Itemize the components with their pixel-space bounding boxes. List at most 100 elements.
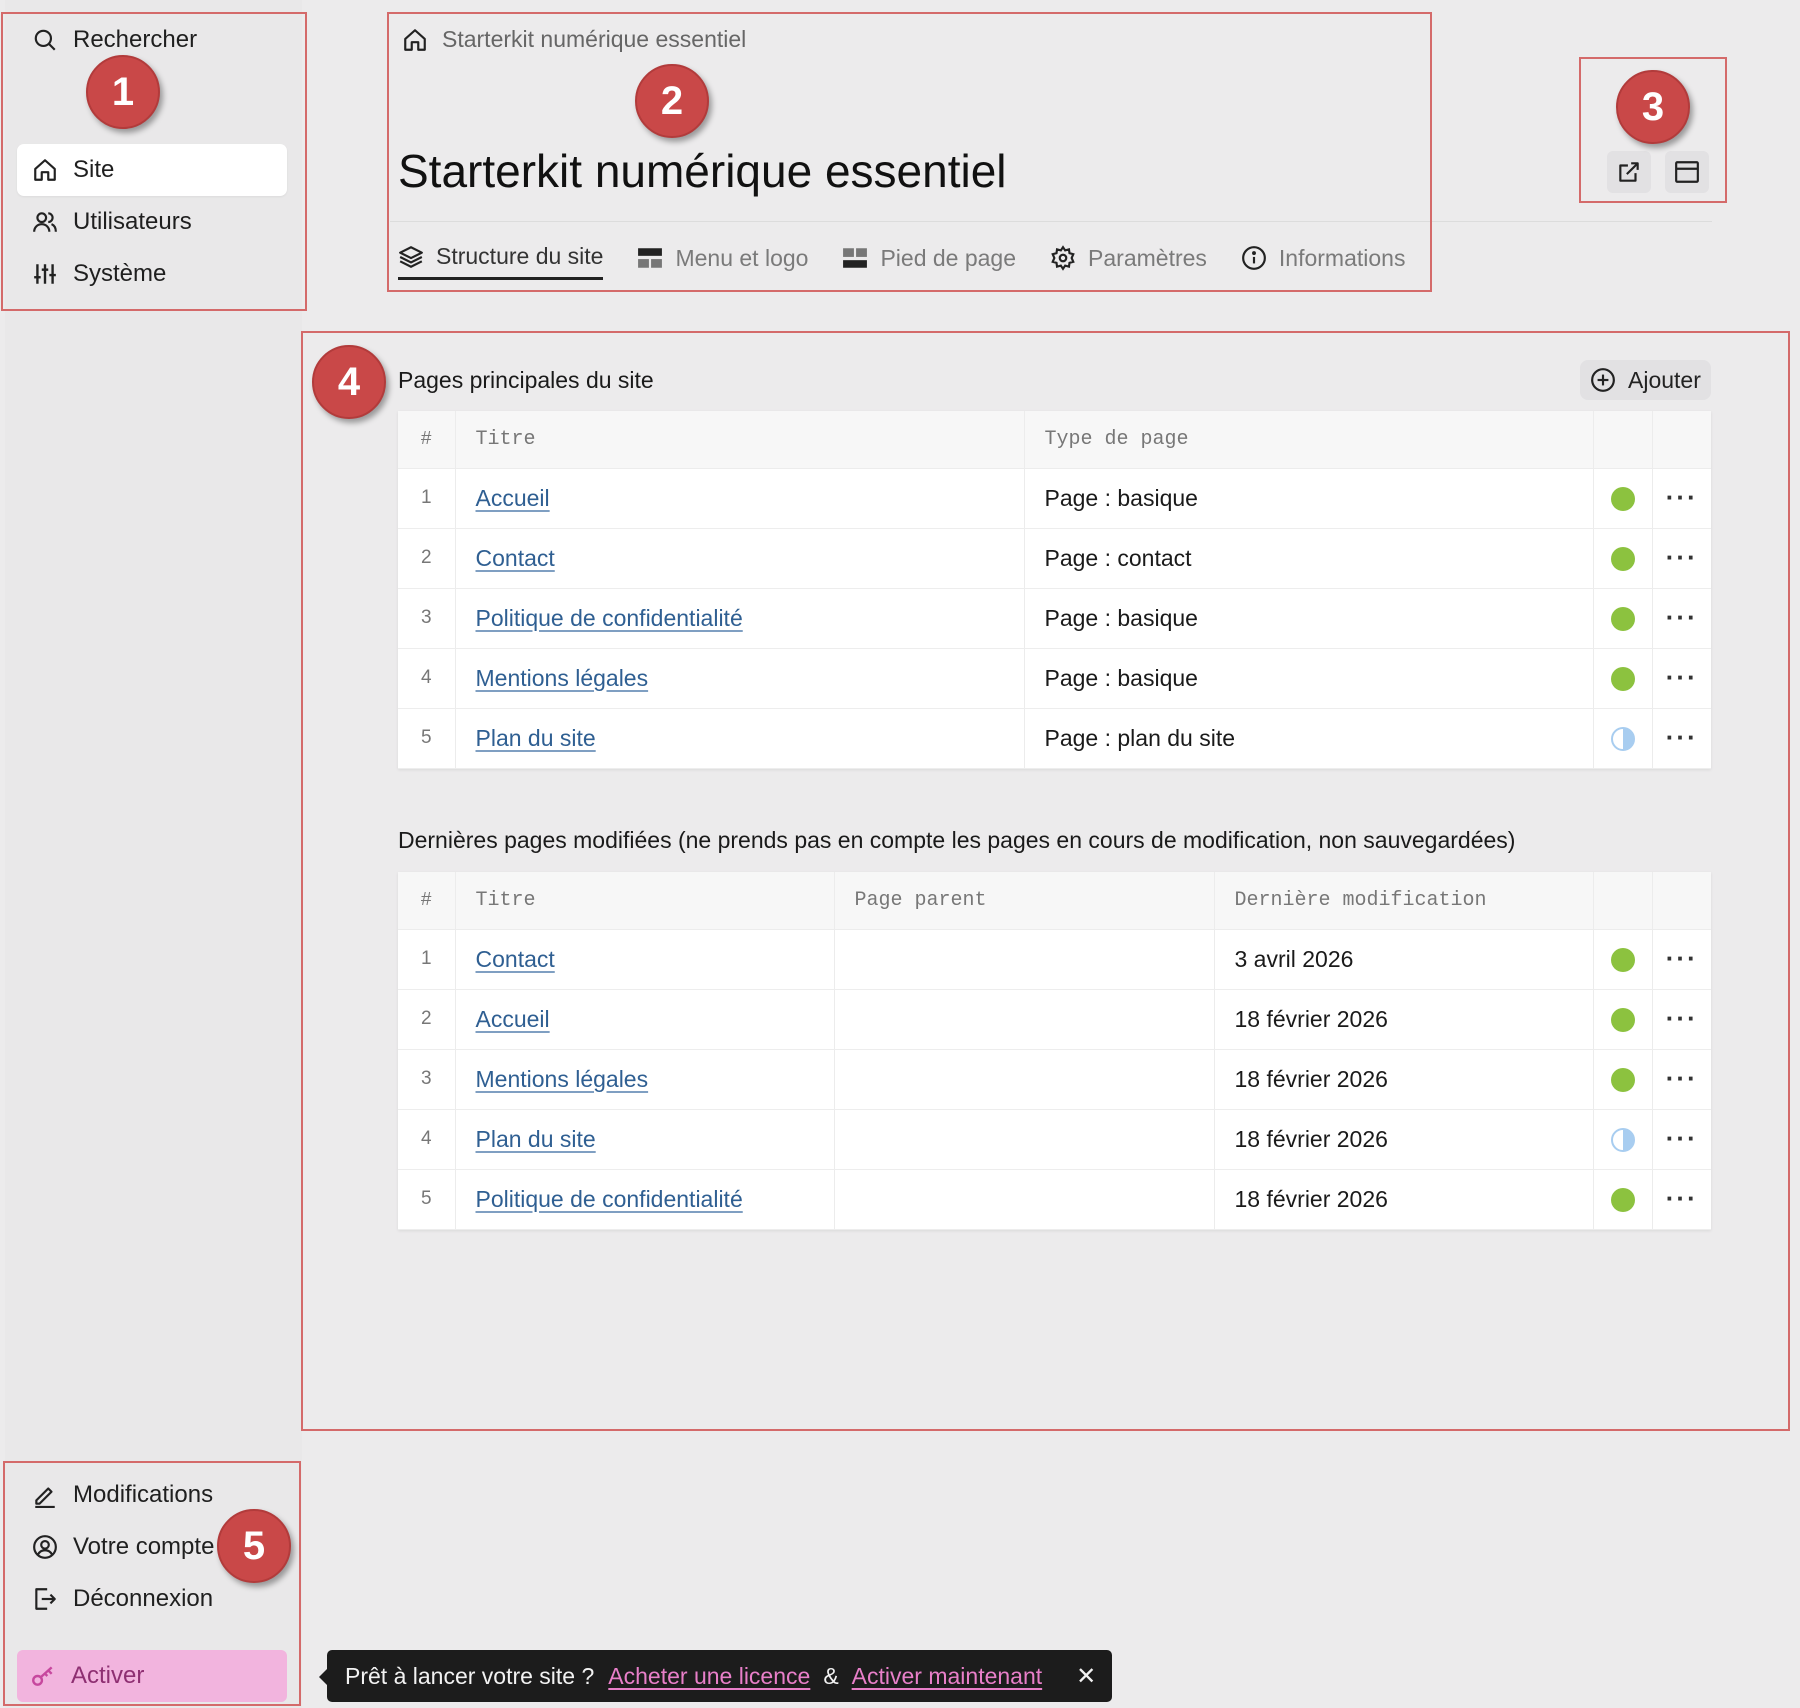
tab-label: Informations [1278,244,1406,271]
row-number: 2 [398,528,456,589]
external-link-icon [1616,159,1642,185]
table-row[interactable]: 5 Politique de confidentialité 18 février … [398,1169,1711,1230]
column-header-status [1593,872,1653,930]
page-link[interactable]: Politique de confidentialité [476,605,743,631]
activate-button[interactable]: Activer [17,1650,287,1702]
tab-menu-et-logo[interactable]: Menu et logo [637,236,808,280]
search-button[interactable]: Rechercher [17,14,287,66]
sidebar-item-site[interactable]: Site [17,144,287,196]
status-indicator [1610,1008,1635,1033]
buy-license-link[interactable]: Acheter une licence [608,1663,810,1690]
status-indicator [1610,1128,1635,1153]
table-row[interactable]: 1 Accueil Page : basique ··· [398,468,1711,529]
column-header[interactable]: Type de page [1024,411,1594,469]
sidebar-item-label: Site [73,156,115,183]
parent-page-cell [834,989,1215,1050]
page-link[interactable]: Contact [476,946,555,972]
logout-icon [31,1585,59,1613]
users-icon [31,208,59,236]
page-link[interactable]: Accueil [476,1006,550,1032]
table-row[interactable]: 2 Contact Page : contact ··· [398,528,1711,589]
table-row[interactable]: 2 Accueil 18 février 2026 ··· [398,989,1711,1050]
column-header[interactable]: Titre [455,411,1025,469]
sidebar-item-label: Système [73,260,167,287]
more-options-icon[interactable]: ··· [1666,943,1698,973]
more-options-icon[interactable]: ··· [1666,482,1698,512]
toast-pointer [319,1669,327,1685]
status-cell [1593,588,1653,649]
table-row[interactable]: 5 Plan du site Page : plan du site ··· [398,708,1711,769]
license-toast: Prêt à lancer votre site ? Acheter une l… [319,1650,1113,1702]
tab-parametres[interactable]: Paramètres [1050,236,1207,280]
column-header[interactable]: Page parent [834,872,1215,930]
table-row[interactable]: 1 Contact 3 avril 2026 ··· [398,929,1711,990]
status-cell [1593,528,1653,589]
more-options-icon[interactable]: ··· [1666,722,1698,752]
title-cell: Accueil [455,989,835,1050]
page-link[interactable]: Contact [476,545,555,571]
add-label: Ajouter [1628,366,1701,393]
footer-layout-icon [842,245,868,271]
page-title: Starterkit numérique essentiel [398,145,1007,197]
more-options-icon[interactable]: ··· [1666,1123,1698,1153]
page-link[interactable]: Accueil [476,485,550,511]
page-link[interactable]: Mentions légales [476,1066,649,1092]
column-header[interactable]: Titre [455,872,835,930]
tab-label: Menu et logo [675,244,809,271]
more-options-icon[interactable]: ··· [1666,662,1698,692]
close-icon[interactable]: ✕ [1076,1662,1096,1691]
page-link[interactable]: Plan du site [476,725,596,751]
page-link[interactable]: Mentions légales [476,665,649,691]
toast-separator: & [823,1662,839,1689]
row-number: 3 [398,588,456,649]
more-options-icon[interactable]: ··· [1666,602,1698,632]
menu-layout-icon [637,245,663,271]
home-icon [402,27,428,53]
column-header: # [398,872,456,930]
table-row[interactable]: 3 Politique de confidentialité Page : basi… [398,588,1711,649]
row-number: 3 [398,1049,456,1110]
sidebar-item-systeme[interactable]: Système [17,248,287,300]
annotation-badge-3: 3 [1616,70,1690,144]
page-link[interactable]: Plan du site [476,1126,596,1152]
page-type-cell: Page : plan du site [1024,708,1594,769]
add-page-button[interactable]: Ajouter [1580,360,1711,400]
row-number: 4 [398,648,456,709]
breadcrumb[interactable]: Starterkit numérique essentiel [402,26,746,53]
preview-button[interactable] [1665,151,1709,193]
more-options-icon[interactable]: ··· [1666,542,1698,572]
title-cell: Contact [455,528,1025,589]
title-cell: Mentions légales [455,1049,835,1110]
actions-cell: ··· [1652,528,1711,589]
recent-pages-table: # Titre Page parent Dernière modificatio… [398,872,1711,1230]
table-row[interactable]: 4 Plan du site 18 février 2026 ··· [398,1109,1711,1170]
more-options-icon[interactable]: ··· [1666,1183,1698,1213]
activate-label: Activer [71,1662,145,1689]
activate-now-link[interactable]: Activer maintenant [852,1663,1042,1690]
annotation-badge-5: 5 [217,1509,291,1583]
status-indicator [1610,1068,1635,1093]
actions-cell: ··· [1652,1169,1711,1230]
page-type-cell: Page : contact [1024,528,1594,589]
column-header[interactable]: Dernière modification [1214,872,1594,930]
parent-page-cell [834,1169,1215,1230]
tab-structure-du-site[interactable]: Structure du site [398,236,604,280]
row-number: 1 [398,468,456,529]
tab-label: Structure du site [436,243,604,269]
table-row[interactable]: 3 Mentions légales 18 février 2026 ··· [398,1049,1711,1110]
table-row[interactable]: 4 Mentions légales Page : basique ··· [398,648,1711,709]
sidebar-item-utilisateurs[interactable]: Utilisateurs [17,196,287,248]
actions-cell: ··· [1652,1049,1711,1110]
page-link[interactable]: Politique de confidentialité [476,1186,743,1212]
more-options-icon[interactable]: ··· [1666,1003,1698,1033]
home-icon [31,156,59,184]
main-pages-table: # Titre Type de page 1 Accueil Page : basi… [398,411,1711,769]
actions-cell: ··· [1652,989,1711,1050]
open-site-button[interactable] [1607,151,1651,193]
actions-cell: ··· [1652,1109,1711,1170]
more-options-icon[interactable]: ··· [1666,1063,1698,1093]
modified-date-cell: 18 février 2026 [1214,1169,1594,1230]
tab-informations[interactable]: Informations [1241,236,1406,280]
tab-pied-de-page[interactable]: Pied de page [842,236,1016,280]
actions-cell: ··· [1652,708,1711,769]
